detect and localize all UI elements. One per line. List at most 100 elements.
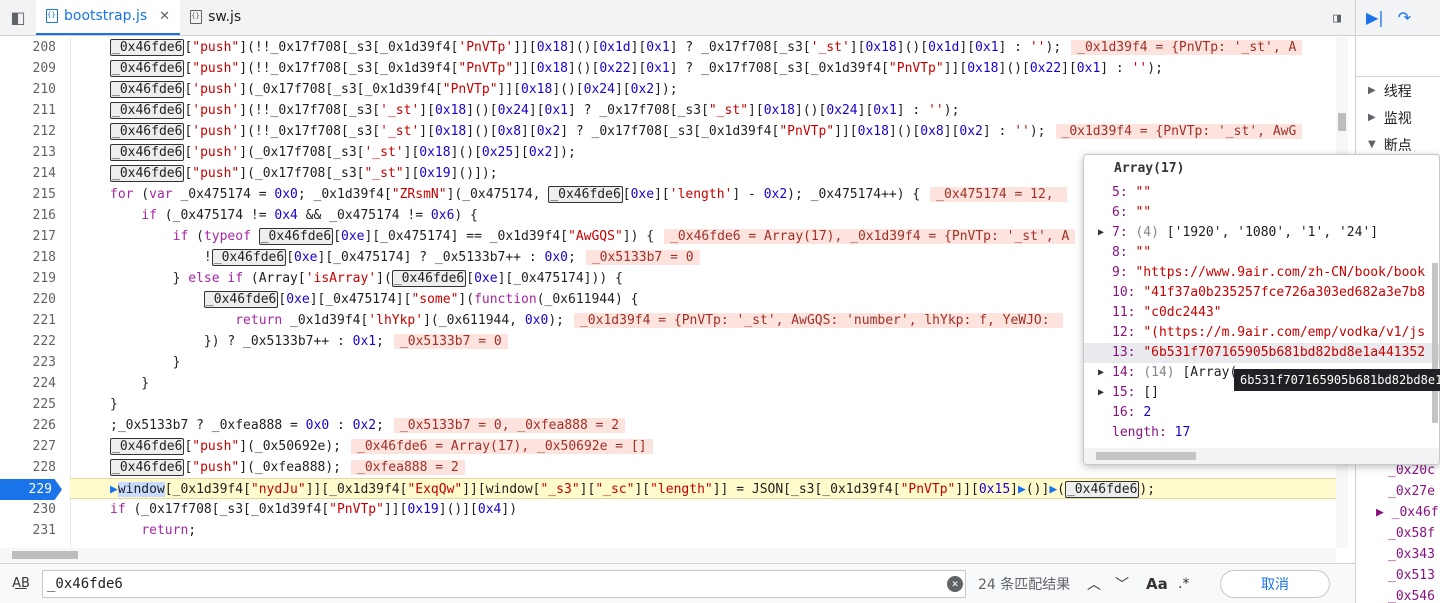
entry-key: 13: [1112, 345, 1136, 360]
close-icon[interactable]: ✕ [159, 9, 170, 24]
popover-title: Array(17) [1114, 161, 1185, 176]
resume-icon[interactable]: ▶| [1366, 8, 1384, 27]
array-entry[interactable]: ▶ 7: (4) ['1920', '1080', '1', '24'] [1084, 223, 1439, 243]
line-number[interactable]: 218 [0, 247, 56, 268]
line-number[interactable]: 221 [0, 310, 56, 331]
code-text: if (_0x475174 != 0x4 && _0x475174 != 0x6… [141, 208, 478, 223]
code-line[interactable]: 212 _0x46fde6 ['push'](!!_0x17f708[_s3['_s… [0, 121, 1336, 142]
code-line-paused[interactable]: 229 ▶window[_0x1d39f4["nydJu"]][_0x1d39f4… [0, 478, 1336, 500]
code-line[interactable]: 209 _0x46fde6 ["push"](!!_0x17f708[_s3[_0x… [0, 58, 1336, 79]
expand-arrow-icon[interactable]: ▶ [1098, 363, 1104, 383]
code-line[interactable]: 208 _0x46fde6 ["push"](!!_0x17f708[_s3[_0x… [0, 37, 1336, 58]
scope-variable[interactable]: _0x58f [1356, 523, 1439, 544]
entry-value: "c0dc2443" [1143, 305, 1222, 320]
line-number[interactable]: 231 [0, 520, 56, 541]
step-over-icon[interactable]: ↷ [1398, 8, 1411, 27]
line-number[interactable]: 224 [0, 373, 56, 394]
code-text: ▶window[_0x1d39f4["nydJu"]][_0x1d39f4["E… [110, 481, 1156, 498]
line-number[interactable]: 208 [0, 37, 56, 58]
array-entry[interactable]: 11: "c0dc2443" [1084, 303, 1439, 323]
expand-arrow-icon[interactable]: ▶ [1098, 383, 1104, 403]
array-entry[interactable]: 6: "" [1084, 203, 1439, 223]
editor-horizontal-scrollbar[interactable] [0, 548, 1336, 562]
entry-value: 17 [1174, 425, 1191, 440]
line-number[interactable]: 215 [0, 184, 56, 205]
code-text: _0x46fde6 ['push'](!!_0x17f708[_s3['_st']… [110, 121, 1303, 142]
line-number[interactable]: 213 [0, 142, 56, 163]
previous-match-button[interactable]: ︿ [1082, 572, 1106, 596]
line-number[interactable]: 222 [0, 331, 56, 352]
array-entry[interactable]: 16: 2 [1084, 403, 1439, 423]
scope-variable[interactable]: ▶ _0x46f [1356, 502, 1439, 523]
entry-value: "(https://m.9air.com/emp/vodka/v1/js [1143, 325, 1426, 340]
line-number[interactable]: 210 [0, 79, 56, 100]
line-number[interactable]: 211 [0, 100, 56, 121]
clear-search-icon[interactable]: ✕ [947, 575, 963, 592]
entry-value: ['1920', '1080', '1', '24'] [1166, 225, 1379, 240]
popover-horizontal-scrollbar[interactable] [1084, 448, 1439, 464]
code-text: _0x46fde6 ["push"](!!_0x17f708[_s3[_0x1d3… [110, 60, 1163, 77]
line-number[interactable]: 217 [0, 226, 56, 247]
code-text: } [110, 397, 118, 412]
scope-variable[interactable]: _0x343 [1356, 544, 1439, 565]
debugger-section[interactable]: ▶ 监视 [1356, 104, 1440, 131]
line-number[interactable]: 228 [0, 457, 56, 478]
popover-vertical-scrollbar[interactable] [1431, 183, 1439, 443]
code-text: ! _0x46fde6 [0xe][_0x475174] ? _0x5133b7++… [110, 247, 700, 268]
array-entry[interactable]: 10: "41f37a0b235257fce726a303ed682a3e7b8 [1084, 283, 1439, 303]
match-case-button[interactable]: Aa [1146, 575, 1170, 593]
entry-key: 10: [1112, 285, 1136, 300]
search-input[interactable]: _0x46fde6 ✕ [42, 569, 966, 598]
toggle-navigator-icon[interactable]: ◧ [0, 0, 36, 35]
code-line[interactable]: 211 _0x46fde6 ['push'](!!_0x17f708[_s3['_s… [0, 100, 1336, 121]
replace-toggle-icon[interactable]: A͟B [0, 576, 42, 591]
line-number[interactable]: 223 [0, 352, 56, 373]
next-match-button[interactable]: ﹀ [1110, 572, 1134, 596]
regex-button[interactable]: .* [1178, 576, 1202, 592]
line-number[interactable]: 216 [0, 205, 56, 226]
entry-value: [] [1143, 385, 1159, 400]
array-entry[interactable]: 12: "(https://m.9air.com/emp/vodka/v1/js [1084, 323, 1439, 343]
tab-sw-js[interactable]: sw.js [180, 0, 251, 35]
array-entry[interactable]: 9: "https://www.9air.com/zh-CN/book/book [1084, 263, 1439, 283]
scope-variable[interactable]: _0x513 [1356, 565, 1439, 586]
line-number[interactable]: 226 [0, 415, 56, 436]
array-entry[interactable]: 8: "" [1084, 243, 1439, 263]
code-line[interactable]: 230 if (_0x17f708[_s3[_0x1d39f4["PnVTp"]]… [0, 499, 1336, 520]
cancel-button[interactable]: 取消 [1220, 569, 1330, 598]
entry-key: 6: [1112, 205, 1128, 220]
object-preview-popover[interactable]: Array(17) 5: "" 6: "" ▶ 7: (4) ['1920', '10… [1083, 154, 1440, 465]
line-number[interactable]: 209 [0, 58, 56, 79]
line-number[interactable]: 214 [0, 163, 56, 184]
expand-arrow-icon[interactable]: ▶ [1098, 223, 1104, 243]
scope-variable[interactable]: _0x27e [1356, 481, 1439, 502]
code-text: _0x46fde6 ['push'](_0x17f708[_s3['_st'][0… [110, 144, 576, 161]
line-number[interactable]: 227 [0, 436, 56, 457]
debugger-section[interactable]: ▶ 线程 [1356, 77, 1440, 104]
code-text: if (typeof _0x46fde6 [0xe][_0x475174] == … [110, 226, 1076, 247]
line-number[interactable]: 230 [0, 499, 56, 520]
array-entry[interactable]: 13: "6b531f707165905b681bd82bd8e1a441352 [1084, 343, 1439, 363]
js-file-icon [46, 9, 58, 23]
line-number[interactable]: 220 [0, 289, 56, 310]
line-number[interactable]: 212 [0, 121, 56, 142]
tab-bootstrap-js[interactable]: bootstrap.js ✕ [36, 0, 181, 35]
entry-count: (4) [1135, 225, 1159, 240]
code-line[interactable]: 210 _0x46fde6 ['push'](_0x17f708[_s3[_0x1d… [0, 79, 1336, 100]
array-entry[interactable]: length: 17 [1084, 423, 1439, 443]
code-line[interactable]: 231 return; [0, 520, 1336, 541]
code-text: ;_0x5133b7 ? _0xfea888 = 0x0 : 0x2; _0x51… [110, 415, 626, 436]
entry-key: 11: [1112, 305, 1136, 320]
line-number[interactable]: 219 [0, 268, 56, 289]
scope-variable[interactable]: _0x546 [1356, 586, 1439, 603]
array-entry[interactable]: 5: "" [1084, 183, 1439, 203]
entry-value: 2 [1143, 405, 1152, 420]
toggle-debugger-icon[interactable]: ◨ [1325, 6, 1349, 30]
code-text: return; [141, 523, 197, 538]
line-number[interactable]: 225 [0, 394, 56, 415]
code-text: } else if (Array['isArray'](_0x46fde6 [0x… [110, 270, 623, 287]
match-count: 24 条匹配结果 [978, 576, 1071, 593]
breakpoint-line-number[interactable]: 229 [0, 479, 62, 500]
editor-tabbar: ◧ bootstrap.js ✕ sw.js ◨ [0, 0, 1355, 36]
section-label: 断点 [1383, 137, 1412, 154]
